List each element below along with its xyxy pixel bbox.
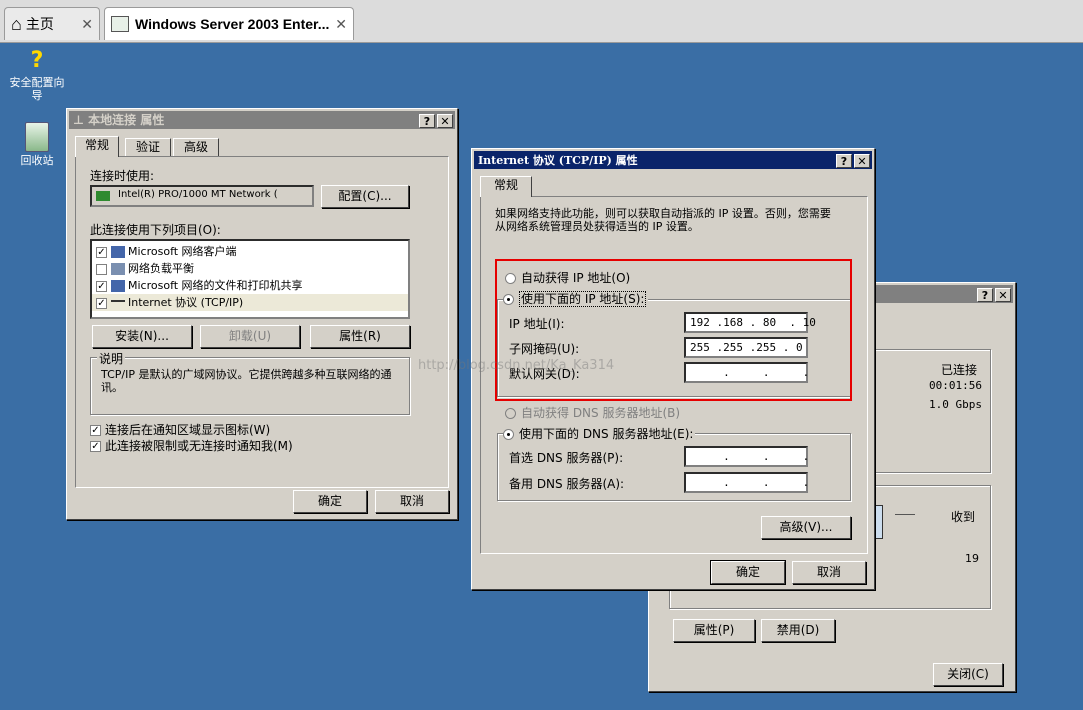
description-title: 说明 bbox=[97, 350, 126, 367]
close-icon[interactable]: ✕ bbox=[81, 16, 93, 33]
tab-general[interactable]: 常规 bbox=[75, 136, 119, 157]
manual-dns-label: 使用下面的 DNS 服务器地址(E): bbox=[519, 427, 694, 441]
adapter-icon bbox=[96, 191, 110, 201]
security-wizard-icon: ? bbox=[25, 48, 49, 74]
recycle-bin-icon bbox=[25, 122, 49, 152]
status-close-button[interactable]: 关闭(C) bbox=[933, 663, 1003, 686]
home-icon: ⌂ bbox=[11, 13, 22, 34]
cancel-button[interactable]: 取消 bbox=[375, 490, 449, 513]
help-button[interactable]: ? bbox=[977, 288, 993, 302]
list-item[interactable]: 网络负载平衡 bbox=[92, 260, 408, 277]
nlb-icon bbox=[111, 263, 125, 275]
tab-panel: 连接时使用: Intel(R) PRO/1000 MT Network ( 配置… bbox=[75, 156, 449, 488]
window-titlebar: ⊥ 本地连接 属性 ? ✕ bbox=[69, 111, 455, 129]
window-titlebar: Internet 协议 (TCP/IP) 属性 ? ✕ bbox=[474, 151, 872, 169]
duration-value: 00:01:56 bbox=[929, 379, 982, 392]
protocol-icon bbox=[111, 300, 125, 306]
activity-line bbox=[895, 514, 915, 515]
close-button[interactable]: ✕ bbox=[437, 114, 453, 128]
desktop-icon-label: 回收站 bbox=[20, 154, 54, 167]
watermark-text: http://blog.csdn.net/Ka_Ka314 bbox=[418, 358, 615, 373]
help-button[interactable]: ? bbox=[836, 154, 852, 168]
manual-dns-option[interactable]: 使用下面的 DNS 服务器地址(E): bbox=[503, 425, 696, 442]
close-button[interactable]: ✕ bbox=[995, 288, 1011, 302]
uninstall-button[interactable]: 卸载(U) bbox=[200, 325, 300, 348]
list-item-label: Microsoft 网络的文件和打印机共享 bbox=[128, 279, 303, 292]
received-value: 19 bbox=[965, 552, 979, 565]
tab-authentication[interactable]: 验证 bbox=[125, 138, 171, 156]
highlight-box bbox=[495, 259, 852, 401]
desktop-icon-security-wizard[interactable]: ? 安全配置向导 bbox=[2, 48, 72, 102]
received-label: 收到 bbox=[951, 510, 976, 524]
browser-tab-bar: ⌂ 主页 ✕ Windows Server 2003 Enter... ✕ bbox=[0, 0, 1083, 43]
notify-limited-option[interactable]: ✓ 此连接被限制或无连接时通知我(M) bbox=[90, 437, 293, 454]
checkbox[interactable]: ✓ bbox=[96, 297, 107, 309]
configure-button[interactable]: 配置(C)... bbox=[321, 185, 409, 208]
radio-button[interactable] bbox=[503, 429, 514, 440]
tab-vm-label: Windows Server 2003 Enter... bbox=[135, 16, 330, 32]
vm-icon bbox=[111, 16, 129, 32]
advanced-button[interactable]: 高级(V)... bbox=[761, 516, 851, 539]
status-properties-button[interactable]: 属性(P) bbox=[673, 619, 755, 642]
speed-value: 1.0 Gbps bbox=[929, 398, 982, 411]
checkbox[interactable]: ✓ bbox=[90, 425, 101, 436]
network-client-icon bbox=[111, 246, 125, 258]
components-list: ✓ Microsoft 网络客户端 网络负载平衡 ✓ Microsoft 网络的文件… bbox=[90, 239, 410, 319]
alternate-dns-field[interactable]: . . . bbox=[684, 472, 809, 493]
notify-icon-label: 连接后在通知区域显示图标(W) bbox=[105, 423, 271, 437]
description-group: 说明 TCP/IP 是默认的广域网协议。它提供跨越多种互联网络的通讯。 bbox=[90, 350, 410, 415]
desktop-icon-recycle-bin[interactable]: 回收站 bbox=[2, 122, 72, 167]
cancel-button[interactable]: 取消 bbox=[792, 561, 866, 584]
local-connection-properties-window: ⊥ 本地连接 属性 ? ✕ 常规 验证 高级 连接时使用: Intel(R) P… bbox=[66, 108, 458, 520]
list-item[interactable]: ✓ Microsoft 网络客户端 bbox=[92, 243, 408, 260]
description-text: TCP/IP 是默认的广域网协议。它提供跨越多种互联网络的通讯。 bbox=[101, 368, 392, 394]
auto-dns-option[interactable]: 自动获得 DNS 服务器地址(B) bbox=[505, 404, 680, 421]
file-sharing-icon bbox=[111, 280, 125, 292]
notify-limited-label: 此连接被限制或无连接时通知我(M) bbox=[105, 439, 293, 453]
tab-home[interactable]: ⌂ 主页 ✕ bbox=[4, 7, 100, 40]
radio-button[interactable] bbox=[505, 408, 516, 419]
tab-home-label: 主页 bbox=[25, 16, 54, 32]
close-button[interactable]: ✕ bbox=[854, 154, 870, 168]
list-item-label: 网络负载平衡 bbox=[128, 262, 194, 275]
ok-button[interactable]: 确定 bbox=[710, 560, 786, 585]
install-button[interactable]: 安装(N)... bbox=[92, 325, 192, 348]
items-label: 此连接使用下列项目(O): bbox=[90, 223, 221, 237]
status-value: 已连接 bbox=[941, 363, 978, 377]
properties-button[interactable]: 属性(R) bbox=[310, 325, 410, 348]
list-item-label: Internet 协议 (TCP/IP) bbox=[128, 296, 244, 309]
network-icon: ⊥ bbox=[73, 113, 84, 127]
checkbox[interactable]: ✓ bbox=[90, 441, 101, 452]
tab-advanced[interactable]: 高级 bbox=[173, 138, 219, 156]
list-item[interactable]: ✓ Microsoft 网络的文件和打印机共享 bbox=[92, 277, 408, 294]
close-icon[interactable]: ✕ bbox=[335, 16, 347, 33]
window-title: 本地连接 属性 bbox=[88, 113, 165, 127]
adapter-field: Intel(R) PRO/1000 MT Network ( bbox=[90, 185, 314, 207]
desktop-icon-label: 安全配置向导 bbox=[9, 76, 65, 102]
tab-general[interactable]: 常规 bbox=[480, 176, 532, 197]
ok-button[interactable]: 确定 bbox=[293, 490, 367, 513]
preferred-dns-label: 首选 DNS 服务器(P): bbox=[509, 451, 624, 465]
list-item[interactable]: ✓ Internet 协议 (TCP/IP) bbox=[92, 294, 408, 311]
preferred-dns-field[interactable]: . . . bbox=[684, 446, 809, 467]
intro-text: 如果网络支持此功能，则可以获取自动指派的 IP 设置。否则，您需要从网络系统管理… bbox=[495, 207, 831, 233]
notify-icon-option[interactable]: ✓ 连接后在通知区域显示图标(W) bbox=[90, 421, 270, 438]
help-button[interactable]: ? bbox=[419, 114, 435, 128]
connect-using-label: 连接时使用: bbox=[90, 169, 155, 183]
adapter-name: Intel(R) PRO/1000 MT Network ( bbox=[118, 189, 278, 200]
window-title: Internet 协议 (TCP/IP) 属性 bbox=[478, 154, 638, 167]
alternate-dns-label: 备用 DNS 服务器(A): bbox=[509, 477, 625, 491]
auto-dns-label: 自动获得 DNS 服务器地址(B) bbox=[521, 406, 681, 420]
checkbox[interactable] bbox=[96, 263, 107, 275]
checkbox[interactable]: ✓ bbox=[96, 246, 107, 258]
checkbox[interactable]: ✓ bbox=[96, 280, 107, 292]
list-item-label: Microsoft 网络客户端 bbox=[128, 245, 237, 258]
tab-vm[interactable]: Windows Server 2003 Enter... ✕ bbox=[104, 7, 354, 40]
disable-button[interactable]: 禁用(D) bbox=[761, 619, 835, 642]
